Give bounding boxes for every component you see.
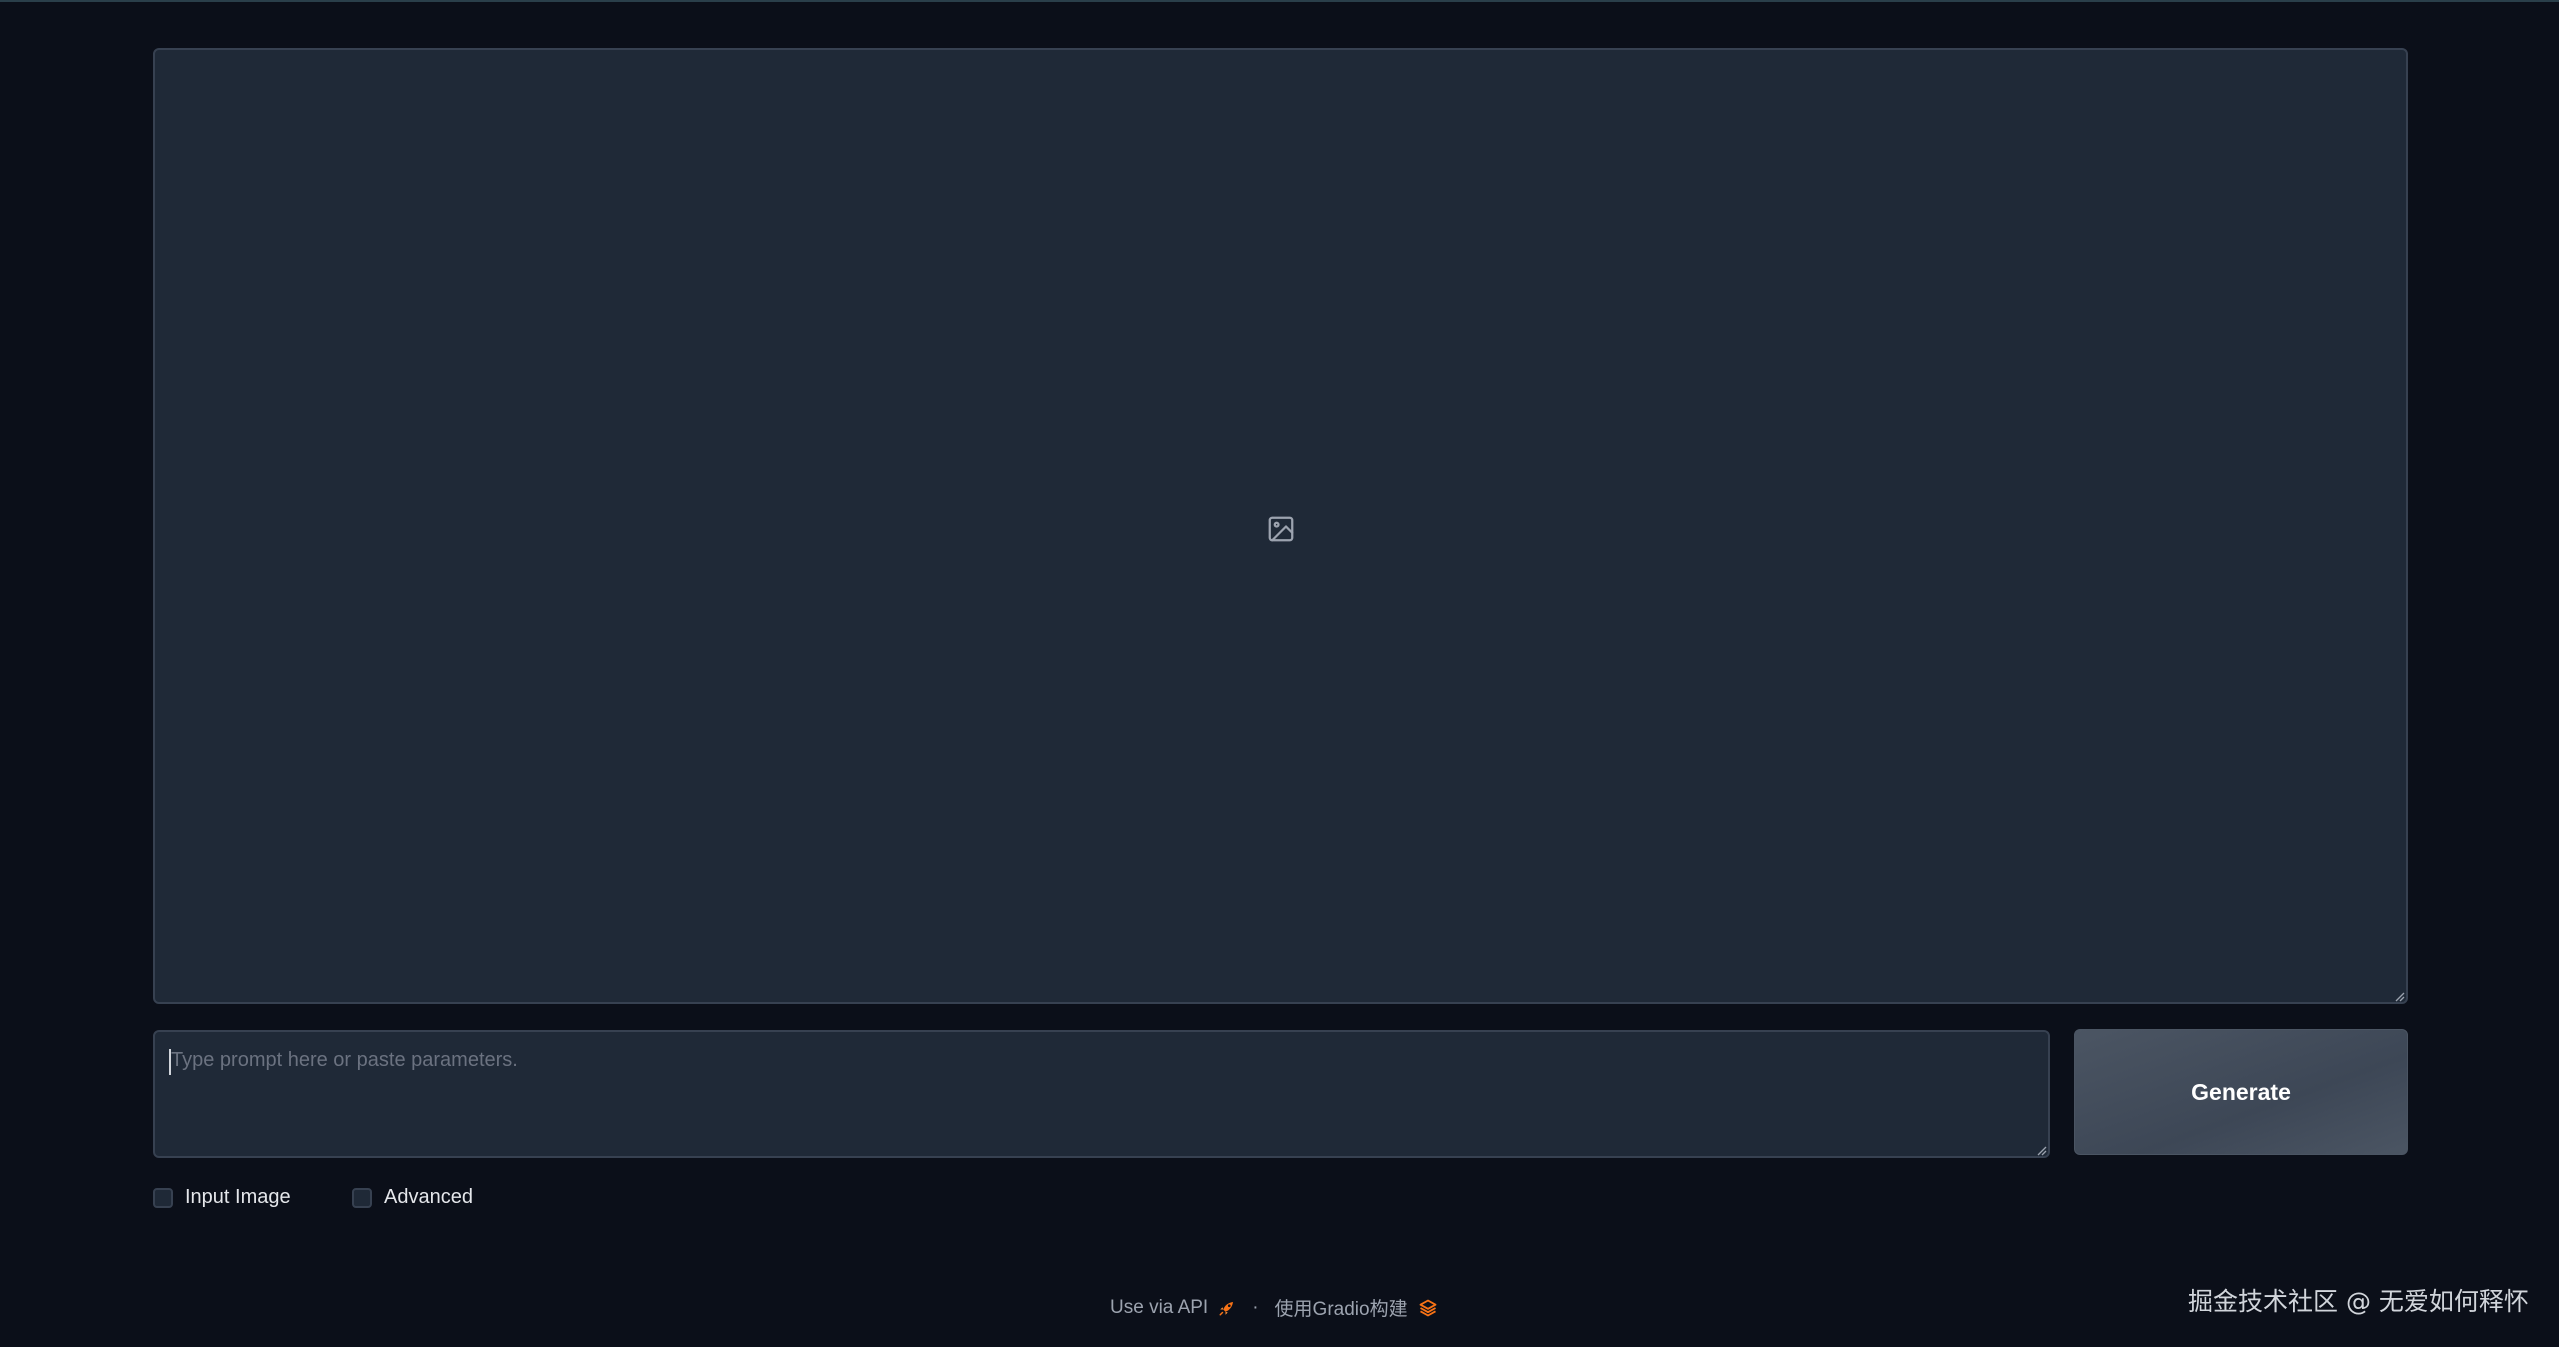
input-image-checkbox[interactable] [153, 1187, 173, 1208]
image-icon [1268, 516, 1294, 542]
prompt-input[interactable] [153, 1030, 2050, 1158]
use-via-api-link[interactable]: Use via API [1110, 1297, 1208, 1319]
top-border [0, 0, 2559, 2]
gradio-logo-icon [1419, 1299, 1436, 1316]
generate-button[interactable]: Generate [2074, 1029, 2408, 1155]
advanced-label: Advanced [384, 1186, 473, 1208]
footer: Use via API · 使用Gradio构建 [1110, 1294, 1438, 1321]
watermark: 掘金技术社区 @ 无爱如何释怀 [2188, 1287, 2529, 1316]
built-with-gradio-link[interactable]: 使用Gradio构建 [1275, 1294, 1408, 1321]
footer-separator: · [1252, 1296, 1259, 1318]
rocket-icon [1219, 1301, 1234, 1315]
input-image-option[interactable]: Input Image [153, 1186, 291, 1209]
prompt-resize-handle[interactable] [2035, 1144, 2047, 1156]
advanced-option[interactable]: Advanced [352, 1186, 473, 1209]
advanced-checkbox[interactable] [352, 1187, 372, 1208]
text-caret [169, 1049, 171, 1075]
panel-resize-handle[interactable] [2393, 990, 2405, 1002]
input-image-label: Input Image [185, 1186, 291, 1208]
